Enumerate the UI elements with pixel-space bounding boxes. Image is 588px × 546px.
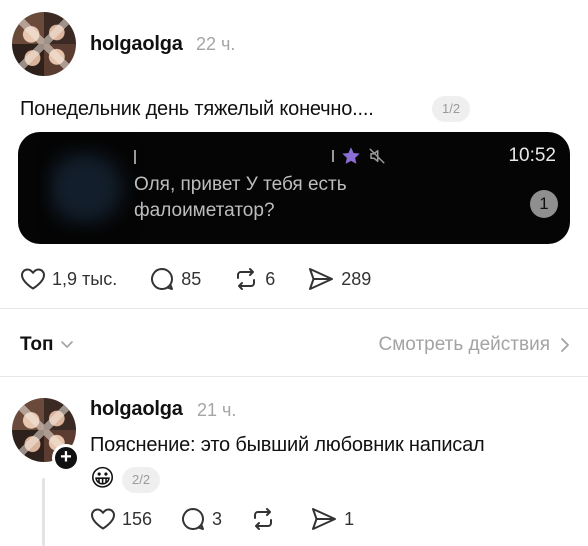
repost-button[interactable] — [250, 506, 282, 532]
chevron-right-icon — [561, 338, 569, 352]
notification-screenshot[interactable]: 10:52 Оля, привет У тебя есть фалоиметат… — [18, 132, 570, 244]
post-time: 22 ч. — [196, 34, 236, 54]
reply-actions: 156 3 1 — [90, 506, 354, 532]
heart-icon — [21, 268, 45, 290]
share-count: 289 — [341, 268, 372, 289]
star-icon — [342, 147, 360, 164]
avatar[interactable] — [12, 12, 76, 76]
status-icons — [332, 144, 386, 168]
username[interactable]: holgaolga — [90, 33, 183, 56]
unread-count-badge: 1 — [530, 190, 558, 218]
heart-icon — [91, 508, 115, 530]
mute-icon — [369, 148, 385, 164]
like-button[interactable]: 156 — [90, 507, 152, 531]
repost-button[interactable]: 6 — [233, 266, 275, 292]
comment-count: 3 — [212, 508, 223, 529]
like-count: 156 — [122, 508, 153, 529]
follow-plus-button[interactable]: + — [52, 444, 80, 472]
like-button[interactable]: 1,9 тыс. — [20, 267, 117, 291]
divider — [0, 308, 588, 309]
sender-name-redacted — [134, 150, 136, 164]
like-count: 1,9 тыс. — [52, 268, 118, 289]
page-indicator: 1/2 — [432, 96, 471, 122]
post-text: Понедельник день тяжелый конечно.... — [20, 98, 374, 120]
reply-text: Пояснение: это бывший любовник написал — [90, 434, 485, 456]
repost-icon — [237, 268, 256, 290]
post-actions: 1,9 тыс. 85 6 289 — [20, 266, 371, 292]
comment-icon — [151, 268, 174, 290]
view-activity-link[interactable]: Смотреть действия — [379, 334, 570, 356]
sort-label: Топ — [20, 334, 54, 355]
signal-bar — [332, 150, 334, 162]
notification-message: Оля, привет У тебя есть фалоиметатор? — [134, 174, 347, 221]
notification-time: 10:52 — [508, 145, 556, 166]
grinning-face-emoji: 😀 — [90, 465, 116, 492]
divider — [0, 376, 588, 377]
share-count: 1 — [344, 508, 355, 529]
repost-icon — [254, 508, 273, 530]
share-button[interactable]: 1 — [310, 506, 354, 532]
thread-line — [42, 478, 45, 546]
comment-count: 85 — [181, 268, 202, 289]
page-indicator: 2/2 — [122, 467, 161, 493]
share-button[interactable]: 289 — [307, 266, 371, 292]
comment-button[interactable]: 85 — [149, 266, 201, 292]
sort-selector[interactable]: Топ — [20, 334, 74, 356]
post-time: 21 ч. — [197, 400, 237, 420]
chevron-down-icon — [60, 341, 73, 348]
send-icon — [312, 508, 337, 530]
comment-icon — [182, 508, 205, 530]
comment-button[interactable]: 3 — [180, 506, 222, 532]
username[interactable]: holgaolga — [90, 398, 183, 421]
repost-count: 6 — [265, 268, 276, 289]
send-icon — [309, 268, 334, 290]
view-activity-label: Смотреть действия — [378, 334, 550, 355]
app-icon — [48, 146, 130, 230]
